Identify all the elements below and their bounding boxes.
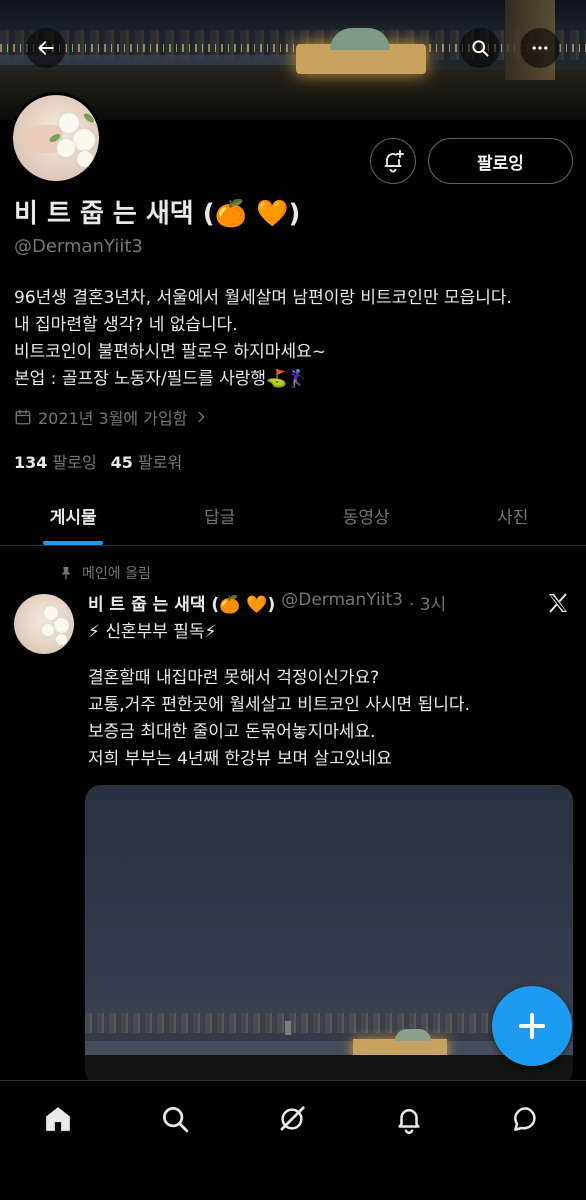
chevron-right-icon	[198, 411, 206, 423]
x-logo-icon	[549, 593, 567, 613]
bio-line: 비트코인이 불편하시면 팔로우 하지마세요~	[14, 342, 326, 362]
nav-search[interactable]	[157, 1101, 193, 1137]
profile-avatar[interactable]	[10, 92, 102, 184]
post-line: 보증금 최대한 줄이고 돈묶어놓지마세요.	[88, 722, 376, 742]
post-line: 저희 부부는 4년째 한강뷰 보며 살고있네요	[88, 749, 392, 769]
banner-dome	[330, 28, 390, 50]
followers-stat[interactable]: 45 팔로워	[111, 449, 183, 473]
bio-line: 본업 : 골프장 노동자/필드를 사랑행⛳️🏌️‍♀️	[14, 369, 309, 389]
back-button[interactable]	[26, 28, 66, 68]
tab-posts[interactable]: 게시물	[0, 486, 147, 545]
plus-icon	[530, 1013, 534, 1039]
pin-icon	[62, 567, 70, 580]
tab-videos[interactable]: 동영상	[293, 486, 440, 545]
calendar-icon	[15, 409, 31, 425]
post-header: 비 트 줍 는 새댁 (🍊 🧡) @DermanYiit3 · 3시	[88, 590, 446, 615]
profile-banner[interactable]	[0, 0, 586, 120]
nav-notifications[interactable]	[391, 1101, 427, 1137]
joined-date-link[interactable]: 2021년 3월에 가입함	[14, 405, 209, 429]
followers-label: 팔로워	[138, 453, 183, 472]
image-tower	[285, 1021, 291, 1035]
tab-photos[interactable]: 사진	[440, 486, 586, 545]
followers-count: 45	[110, 453, 133, 472]
bio-line: 96년생 결혼3년차, 서울에서 월세살며 남편이랑 비트코인만 모읍니다.	[14, 288, 512, 308]
profile-handle: @DermanYiit3	[14, 236, 143, 257]
pinned-indicator: 메인에 올림	[58, 563, 151, 583]
following-label: 팔로잉	[52, 453, 97, 472]
following-count: 134	[14, 453, 48, 472]
grok-icon	[280, 1106, 305, 1131]
profile-bio: 96년생 결혼3년차, 서울에서 월세살며 남편이랑 비트코인만 모읍니다. 내…	[14, 285, 512, 393]
bell-icon	[398, 1109, 420, 1134]
more-horizontal-icon	[532, 46, 548, 50]
message-icon	[514, 1107, 536, 1131]
nav-messages[interactable]	[508, 1101, 544, 1137]
bottom-navigation	[0, 1080, 586, 1200]
nav-home[interactable]	[40, 1101, 76, 1137]
search-icon	[163, 1107, 189, 1133]
compose-button[interactable]	[492, 986, 572, 1066]
post-text: 결혼할때 내집마련 못해서 걱정이신가요? 교통,거주 편한곳에 월세살고 비트…	[88, 665, 470, 773]
post-time: · 3시	[408, 595, 447, 615]
avatar-flower	[73, 129, 95, 151]
notify-button[interactable]	[370, 138, 416, 184]
avatar-flower	[57, 139, 75, 157]
follow-stats: 134 팔로잉 45 팔로워	[14, 449, 182, 473]
search-icon	[472, 40, 489, 57]
avatar-flower	[56, 634, 67, 645]
pinned-label: 메인에 올림	[82, 566, 151, 582]
bio-line: 내 집마련할 생각? 네 없습니다.	[14, 315, 238, 335]
avatar-flower	[44, 606, 58, 620]
arrow-left-icon	[38, 41, 54, 55]
nav-grok[interactable]	[274, 1101, 310, 1137]
avatar-flower	[54, 618, 69, 633]
profile-display-name: 비 트 줍 는 새댁 (🍊 🧡)	[14, 199, 301, 229]
post-author-avatar[interactable]	[14, 594, 74, 654]
search-button[interactable]	[460, 28, 500, 68]
more-button[interactable]	[520, 28, 560, 68]
post-line: 결혼할때 내집마련 못해서 걱정이신가요?	[88, 668, 380, 688]
avatar-flower	[59, 113, 79, 133]
post-author-name[interactable]: 비 트 줍 는 새댁 (🍊 🧡)	[88, 590, 275, 615]
profile-tabs: 게시물 답글 동영상 사진	[0, 486, 586, 546]
avatar-flower	[42, 624, 54, 636]
post-author-handle[interactable]: @DermanYiit3	[281, 590, 403, 615]
joined-date: 2021년 3월에 가입함	[38, 409, 188, 428]
bell-plus-icon	[384, 150, 404, 173]
following-stat[interactable]: 134 팔로잉	[14, 449, 97, 473]
avatar-flower	[77, 151, 93, 167]
tab-replies[interactable]: 답글	[147, 486, 294, 545]
image-dome	[395, 1029, 431, 1041]
avatar-leaf	[82, 111, 96, 125]
following-button[interactable]: 팔로잉	[428, 138, 573, 184]
post-tagline: ⚡ 신혼부부 필독⚡	[88, 622, 217, 642]
home-icon	[46, 1107, 70, 1131]
post-line: 교통,거주 편한곳에 월세살고 비트코인 사시면 됩니다.	[88, 695, 470, 715]
